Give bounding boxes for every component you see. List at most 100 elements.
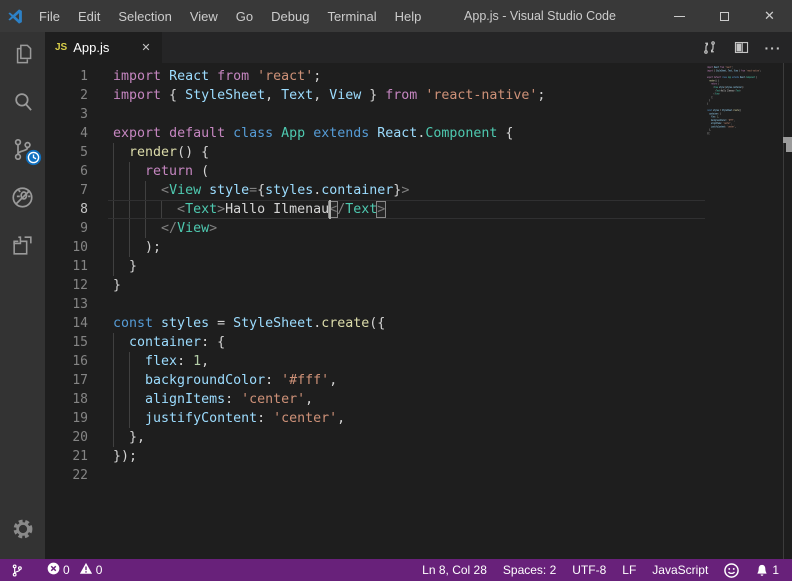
code-text: } <box>113 276 121 295</box>
code-line[interactable]: 20 }, <box>45 428 792 447</box>
tab-label: App.js <box>73 40 109 55</box>
code-line[interactable]: 12} <box>45 276 792 295</box>
maximize-button[interactable] <box>702 0 747 32</box>
code-line[interactable]: 4export default class App extends React.… <box>45 124 792 143</box>
scrollbar-marker[interactable] <box>786 143 792 152</box>
code-line[interactable]: 6 return ( <box>45 162 792 181</box>
activity-source-control[interactable] <box>0 128 45 176</box>
line-number[interactable]: 19 <box>45 409 113 428</box>
code-line[interactable]: 9 </View> <box>45 219 792 238</box>
split-editor-icon[interactable] <box>730 37 752 59</box>
sync-pending-badge-clock-icon <box>25 149 42 171</box>
activity-explorer[interactable] <box>0 32 45 80</box>
code-line[interactable]: 21}); <box>45 447 792 466</box>
menu-help[interactable]: Help <box>386 0 431 32</box>
line-number[interactable]: 5 <box>45 143 113 162</box>
code-line[interactable]: 5 render() { <box>45 143 792 162</box>
code-line[interactable]: 22 <box>45 466 792 485</box>
notifications-bell-icon[interactable]: 1 <box>747 563 784 578</box>
line-number[interactable]: 14 <box>45 314 113 333</box>
code-line[interactable]: 15 container: { <box>45 333 792 352</box>
code-text: container: { <box>113 333 225 352</box>
code-line[interactable]: 11 } <box>45 257 792 276</box>
vscode-window: FileEditSelectionViewGoDebugTerminalHelp… <box>0 0 792 581</box>
activity-debug[interactable] <box>0 176 45 224</box>
menu-terminal[interactable]: Terminal <box>318 0 385 32</box>
code-line[interactable]: 19 justifyContent: 'center', <box>45 409 792 428</box>
manage-button[interactable] <box>0 511 45 551</box>
status-eol[interactable]: LF <box>614 559 644 581</box>
gear-icon <box>10 516 36 547</box>
line-number[interactable]: 15 <box>45 333 113 352</box>
line-number[interactable]: 3 <box>45 105 113 124</box>
code-line[interactable]: 14const styles = StyleSheet.create({ <box>45 314 792 333</box>
line-number[interactable]: 2 <box>45 86 113 105</box>
menu-view[interactable]: View <box>181 0 227 32</box>
code-text: justifyContent: 'center', <box>113 409 345 428</box>
feedback-smiley-icon[interactable] <box>716 559 747 581</box>
menu-debug[interactable]: Debug <box>262 0 318 32</box>
line-number[interactable]: 13 <box>45 295 113 314</box>
line-number[interactable]: 11 <box>45 257 113 276</box>
code-line[interactable]: 3 <box>45 105 792 124</box>
window-title: App.js - Visual Studio Code <box>464 9 616 23</box>
minimap[interactable]: import React from 'react';import { Style… <box>705 63 783 559</box>
activity-search[interactable] <box>0 80 45 128</box>
explorer-icon <box>10 41 36 72</box>
line-number[interactable]: 18 <box>45 390 113 409</box>
vscode-logo-icon <box>0 8 30 25</box>
menu-selection[interactable]: Selection <box>109 0 180 32</box>
tab-appjs[interactable]: JS App.js ✕ <box>45 32 162 63</box>
code-line[interactable]: 10 ); <box>45 238 792 257</box>
more-actions-icon[interactable]: ··· <box>762 37 784 59</box>
search-icon <box>10 89 36 120</box>
menu-edit[interactable]: Edit <box>69 0 109 32</box>
bracket-match-highlight <box>376 201 386 218</box>
code-text: ); <box>113 238 161 257</box>
line-number[interactable]: 9 <box>45 219 113 238</box>
status-language-mode[interactable]: JavaScript <box>644 559 716 581</box>
line-number[interactable]: 20 <box>45 428 113 447</box>
problems-status[interactable]: 0 0 <box>29 562 102 578</box>
line-number[interactable]: 4 <box>45 124 113 143</box>
status-encoding[interactable]: UTF-8 <box>564 559 614 581</box>
line-number[interactable]: 7 <box>45 181 113 200</box>
code-line[interactable]: 7 <View style={styles.container}> <box>45 181 792 200</box>
line-number[interactable]: 22 <box>45 466 113 485</box>
sync-arrows-icon[interactable] <box>698 37 720 59</box>
line-number[interactable]: 16 <box>45 352 113 371</box>
code-text: } <box>113 257 137 276</box>
status-cursor-position[interactable]: Ln 8, Col 28 <box>414 559 495 581</box>
code-line[interactable]: 16 flex: 1, <box>45 352 792 371</box>
line-number[interactable]: 1 <box>45 67 113 86</box>
close-button[interactable]: ✕ <box>747 0 792 32</box>
code-line[interactable]: 17 backgroundColor: '#fff', <box>45 371 792 390</box>
warning-icon <box>79 562 93 578</box>
code-line[interactable]: 18 alignItems: 'center', <box>45 390 792 409</box>
code-line[interactable]: 8 <Text>Hallo Ilmenau</Text> <box>45 200 792 219</box>
status-indentation[interactable]: Spaces: 2 <box>495 559 564 581</box>
activity-extensions[interactable] <box>0 224 45 272</box>
menu-file[interactable]: File <box>30 0 69 32</box>
line-number[interactable]: 17 <box>45 371 113 390</box>
code-text: return ( <box>113 162 209 181</box>
git-branch-status-icon[interactable] <box>0 559 29 581</box>
minimap-content: import React from 'react';import { Style… <box>707 66 783 138</box>
code-line[interactable]: 13 <box>45 295 792 314</box>
line-number[interactable]: 8 <box>45 200 113 219</box>
code-line[interactable]: 1import React from 'react'; <box>45 67 792 86</box>
code-line[interactable]: 2import { StyleSheet, Text, View } from … <box>45 86 792 105</box>
line-number[interactable]: 6 <box>45 162 113 181</box>
line-number[interactable]: 21 <box>45 447 113 466</box>
tab-close-icon[interactable]: ✕ <box>138 40 154 56</box>
line-number[interactable]: 12 <box>45 276 113 295</box>
editor-actions: ··· <box>698 32 788 63</box>
line-number[interactable]: 10 <box>45 238 113 257</box>
minimize-button[interactable] <box>657 0 702 32</box>
code-text: export default class App extends React.C… <box>113 124 513 143</box>
code-text: import React from 'react'; <box>113 67 321 86</box>
code-text: import { StyleSheet, Text, View } from '… <box>113 86 545 105</box>
code-text: backgroundColor: '#fff', <box>113 371 337 390</box>
menu-go[interactable]: Go <box>227 0 262 32</box>
editor[interactable]: 1import React from 'react';2import { Sty… <box>45 63 792 559</box>
